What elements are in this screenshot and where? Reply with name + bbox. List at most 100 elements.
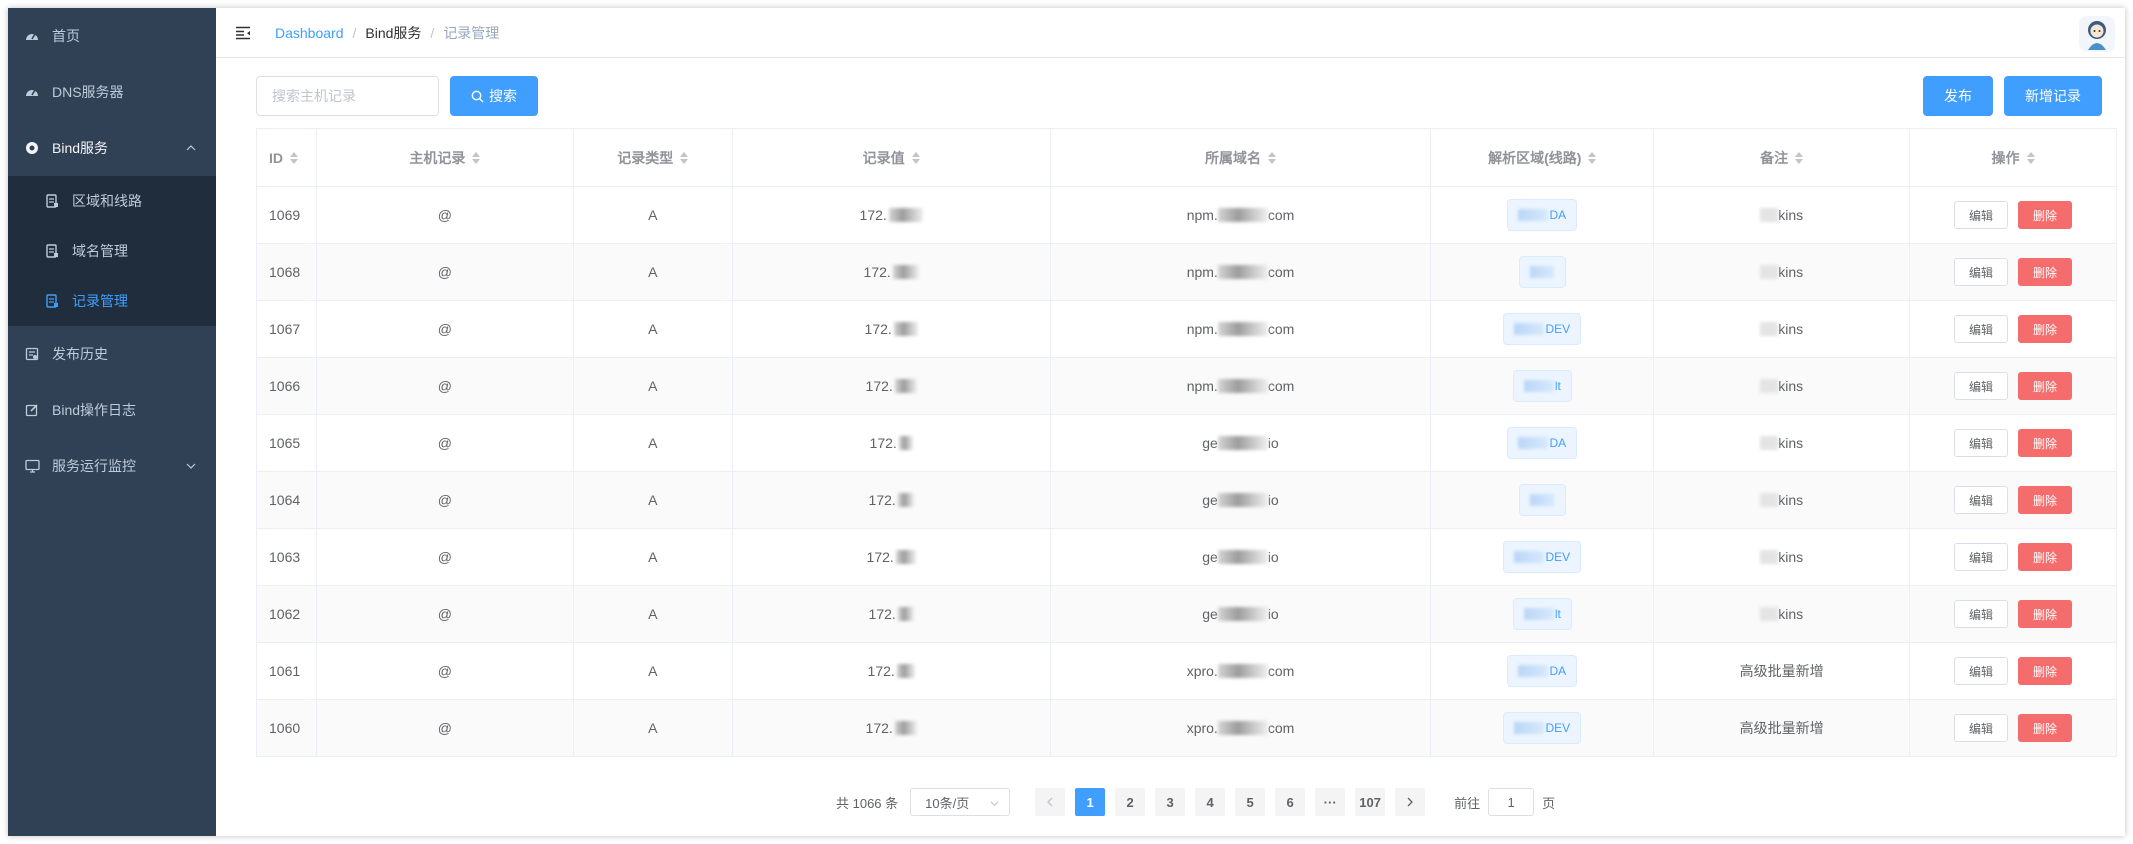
page-button[interactable]: 107 [1355, 788, 1386, 816]
redacted-remark [1760, 322, 1779, 336]
page-size-select[interactable]: 10条/页 [910, 788, 1011, 816]
sort-icon[interactable] [472, 151, 481, 164]
chevron-right-icon [1407, 797, 1414, 807]
sidebar-item-service-monitor[interactable]: 服务运行监控 [8, 438, 216, 494]
redacted-zone [1518, 209, 1549, 221]
column-header-value[interactable]: 记录值 [732, 129, 1051, 187]
cell-actions: 编辑 删除 [1910, 700, 2117, 757]
edit-button[interactable]: 编辑 [1954, 201, 2009, 229]
next-page-button[interactable] [1395, 788, 1426, 816]
cell-id: 1064 [257, 472, 317, 529]
page-button[interactable]: 4 [1195, 788, 1226, 816]
cell-host: @ [316, 415, 574, 472]
column-header-actions[interactable]: 操作 [1910, 129, 2117, 187]
document-icon [44, 193, 60, 209]
sort-icon[interactable] [911, 151, 920, 164]
sidebar-item-home[interactable]: 首页 [8, 8, 216, 64]
cell-host: @ [316, 358, 574, 415]
page-button[interactable]: 2 [1115, 788, 1146, 816]
cell-remark: kins [1654, 358, 1911, 415]
sidebar-item-label: DNS服务器 [52, 84, 124, 100]
add-record-button-label: 新增记录 [2025, 88, 2081, 104]
sidebar-item-label: 域名管理 [72, 243, 128, 259]
edit-button[interactable]: 编辑 [1954, 543, 2009, 571]
cell-zone: DA [1431, 187, 1655, 244]
add-record-button[interactable]: 新增记录 [2004, 76, 2102, 116]
avatar[interactable] [2079, 16, 2115, 52]
breadcrumb-dashboard[interactable]: Dashboard [275, 25, 344, 41]
search-input[interactable] [256, 76, 439, 116]
edit-button[interactable]: 编辑 [1954, 714, 2009, 742]
delete-button[interactable]: 删除 [2018, 657, 2073, 685]
sort-icon[interactable] [1795, 151, 1804, 164]
edit-button[interactable]: 编辑 [1954, 600, 2009, 628]
edit-button[interactable]: 编辑 [1954, 429, 2009, 457]
avatar-icon [2088, 21, 2106, 50]
page-button[interactable]: 5 [1235, 788, 1266, 816]
delete-button[interactable]: 删除 [2018, 486, 2073, 514]
sidebar-item-zones-lines[interactable]: 区域和线路 [8, 176, 216, 226]
table-row: 1062 @ A 172. ge io lt kins 编辑 删除 [257, 586, 2117, 643]
delete-button[interactable]: 删除 [2018, 372, 2073, 400]
redacted-remark [1760, 607, 1779, 621]
column-header-id[interactable]: ID [257, 129, 317, 187]
redacted-zone [1529, 266, 1554, 278]
publish-button[interactable]: 发布 [1923, 76, 1993, 116]
redacted-remark [1760, 436, 1779, 450]
cell-host: @ [316, 472, 574, 529]
redacted-zone [1514, 323, 1545, 335]
edit-button[interactable]: 编辑 [1954, 372, 2009, 400]
hamburger-menu-icon[interactable] [233, 23, 253, 43]
cell-type: A [573, 643, 733, 700]
table-row: 1068 @ A 172. npm. com kins 编辑 删除 [257, 244, 2117, 301]
sidebar-item-domain-management[interactable]: 域名管理 [8, 226, 216, 276]
sidebar-item-bind-log[interactable]: Bind操作日志 [8, 382, 216, 438]
sort-icon[interactable] [1588, 151, 1597, 164]
cell-type: A [573, 187, 733, 244]
sort-icon[interactable] [680, 151, 689, 164]
cell-remark: 高级批量新增 [1654, 643, 1911, 700]
goto-page-input[interactable] [1488, 788, 1535, 816]
redacted-remark [1760, 379, 1779, 393]
sort-icon[interactable] [1267, 151, 1276, 164]
sidebar-item-record-management[interactable]: 记录管理 [8, 276, 216, 326]
column-header-zone[interactable]: 解析区域(线路) [1431, 129, 1655, 187]
column-header-domain[interactable]: 所属域名 [1050, 129, 1432, 187]
breadcrumb-bind-service[interactable]: Bind服务 [365, 23, 421, 43]
sidebar-item-dns-servers[interactable]: DNS服务器 [8, 64, 216, 120]
cell-zone: DA [1431, 415, 1655, 472]
column-header-host[interactable]: 主机记录 [316, 129, 574, 187]
edit-button[interactable]: 编辑 [1954, 657, 2009, 685]
page-button[interactable]: 6 [1275, 788, 1306, 816]
pagination-more[interactable]: ··· [1315, 788, 1346, 816]
delete-button[interactable]: 删除 [2018, 714, 2073, 742]
sidebar-item-bind-service[interactable]: Bind服务 [8, 120, 216, 176]
sidebar-item-label: 记录管理 [72, 293, 128, 309]
sidebar-item-publish-history[interactable]: 发布历史 [8, 326, 216, 382]
cell-host: @ [316, 586, 574, 643]
delete-button[interactable]: 删除 [2018, 600, 2073, 628]
delete-button[interactable]: 删除 [2018, 315, 2073, 343]
redacted-remark [1760, 208, 1779, 222]
page-button[interactable]: 3 [1155, 788, 1186, 816]
breadcrumb-separator: / [352, 24, 357, 41]
prev-page-button[interactable] [1035, 788, 1066, 816]
breadcrumb-record-management: 记录管理 [443, 24, 500, 41]
edit-button[interactable]: 编辑 [1954, 258, 2009, 286]
search-button[interactable]: 搜索 [450, 76, 538, 116]
sort-icon[interactable] [290, 151, 298, 164]
cell-value: 172. [732, 643, 1051, 700]
column-header-type[interactable]: 记录类型 [573, 129, 733, 187]
edit-button[interactable]: 编辑 [1954, 486, 2009, 514]
edit-button[interactable]: 编辑 [1954, 315, 2009, 343]
pagination: 共 1066 条 10条/页 123456 ··· 107 前往 页 [836, 788, 1555, 816]
sort-icon[interactable] [2026, 151, 2035, 164]
delete-button[interactable]: 删除 [2018, 429, 2073, 457]
sidebar-item-label: 服务运行监控 [52, 458, 136, 474]
page-button[interactable]: 1 [1075, 788, 1106, 816]
delete-button[interactable]: 删除 [2018, 543, 2073, 571]
delete-button[interactable]: 删除 [2018, 201, 2073, 229]
column-header-remark[interactable]: 备注 [1654, 129, 1911, 187]
zone-tag [1518, 484, 1566, 516]
delete-button[interactable]: 删除 [2018, 258, 2073, 286]
